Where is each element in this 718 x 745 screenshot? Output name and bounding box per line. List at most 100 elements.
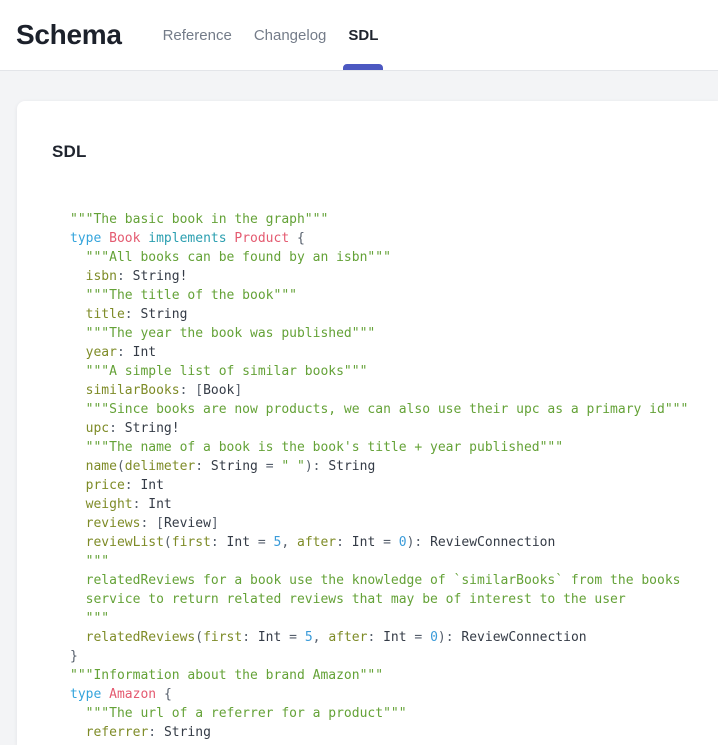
code-line: """The year the book was published""" <box>70 324 718 343</box>
code-line: """The url of a referrer for a product""… <box>70 704 718 723</box>
code-token-punct: = <box>258 459 281 474</box>
code-token-punct: , <box>313 630 329 645</box>
code-token-field: referrer <box>70 725 148 740</box>
code-token-description: """ <box>70 611 109 626</box>
active-tab-indicator <box>343 64 383 70</box>
code-token-punct: : <box>148 725 164 740</box>
tab-sdl[interactable]: SDL <box>337 0 389 70</box>
code-line: """Information about the brand Amazon""" <box>70 666 718 685</box>
code-token-typeref: String <box>164 725 211 740</box>
code-token-punct: ): <box>305 459 328 474</box>
code-token-description: """The basic book in the graph""" <box>70 212 328 227</box>
code-token-punct: : <box>117 269 133 284</box>
code-token-punct: ): <box>407 535 430 550</box>
code-token-description: """Information about the brand Amazon""" <box>70 668 383 683</box>
code-line: upc: String! <box>70 419 718 438</box>
code-token-field: first <box>203 630 242 645</box>
code-token-typeref: Int <box>148 497 171 512</box>
code-token-field: reviewList <box>70 535 164 550</box>
code-token-field: price <box>70 478 125 493</box>
code-token-typeref: Int <box>352 535 375 550</box>
code-token-punct: ( <box>195 630 203 645</box>
code-token-field: first <box>172 535 211 550</box>
code-line: similarBooks: [Book] <box>70 381 718 400</box>
code-token-field: name <box>70 459 117 474</box>
code-token-typeref: ReviewConnection <box>430 535 555 550</box>
code-token-number: 5 <box>305 630 313 645</box>
code-line: """Since books are now products, we can … <box>70 400 718 419</box>
code-token-punct: : <box>117 345 133 360</box>
code-token-punct: : <box>211 535 227 550</box>
code-token-typeref: String <box>328 459 375 474</box>
code-token-typeref: ReviewConnection <box>461 630 586 645</box>
code-token-punct: : <box>109 421 125 436</box>
code-token-field: after <box>297 535 336 550</box>
code-line: relatedReviews for a book use the knowle… <box>70 571 718 590</box>
code-token-number: 0 <box>430 630 438 645</box>
code-token-punct: ] <box>234 383 242 398</box>
code-token-typename: Book <box>109 231 148 246</box>
code-token-punct: = <box>407 630 430 645</box>
code-token-punct: { <box>297 231 305 246</box>
code-token-description: service to return related reviews that m… <box>70 592 626 607</box>
code-token-punct: , <box>281 535 297 550</box>
code-token-punct: : <box>195 459 211 474</box>
code-token-punct: { <box>164 687 172 702</box>
code-token-punct: ( <box>117 459 125 474</box>
code-token-punct: = <box>281 630 304 645</box>
code-line: title: String <box>70 305 718 324</box>
code-token-typeref: String! <box>125 421 180 436</box>
code-token-punct: ): <box>438 630 461 645</box>
code-token-field: upc <box>70 421 109 436</box>
tab-changelog[interactable]: Changelog <box>243 0 338 70</box>
code-token-typeref: String <box>211 459 258 474</box>
code-token-typeref: Int <box>383 630 406 645</box>
code-token-description: """ <box>70 554 109 569</box>
code-line: """ <box>70 552 718 571</box>
code-line: relatedReviews(first: Int = 5, after: In… <box>70 628 718 647</box>
code-token-punct: : [ <box>140 516 163 531</box>
code-token-typeref: Int <box>133 345 156 360</box>
main-area: SDL """The basic book in the graph"""typ… <box>0 71 718 745</box>
code-token-field: reviews <box>70 516 140 531</box>
code-token-description: """A simple list of similar books""" <box>70 364 367 379</box>
code-token-description: """The name of a book is the book's titl… <box>70 440 563 455</box>
code-token-field: similarBooks <box>70 383 180 398</box>
code-line: reviews: [Review] <box>70 514 718 533</box>
code-line: isbn: String! <box>70 267 718 286</box>
code-token-description: """All books can be found by an isbn""" <box>70 250 391 265</box>
tab-reference[interactable]: Reference <box>152 0 243 70</box>
code-token-description: """Since books are now products, we can … <box>70 402 688 417</box>
code-token-typeref: String! <box>133 269 188 284</box>
code-token-punct: : [ <box>180 383 203 398</box>
code-line: } <box>70 647 718 666</box>
code-token-typename: Product <box>234 231 297 246</box>
code-token-punct: ] <box>211 516 219 531</box>
code-line: """The title of the book""" <box>70 286 718 305</box>
code-token-implements: implements <box>148 231 234 246</box>
code-token-field: after <box>328 630 367 645</box>
schema-tabs: Reference Changelog SDL <box>152 0 390 70</box>
code-line: """The name of a book is the book's titl… <box>70 438 718 457</box>
code-token-typeref: Int <box>140 478 163 493</box>
tab-sdl-label: SDL <box>348 27 378 44</box>
code-token-field: weight <box>70 497 133 512</box>
code-line: price: Int <box>70 476 718 495</box>
code-token-typeref: Int <box>227 535 250 550</box>
code-line: type Book implements Product { <box>70 229 718 248</box>
code-token-punct: : <box>242 630 258 645</box>
code-token-punct: : <box>367 630 383 645</box>
code-token-punct: = <box>250 535 273 550</box>
code-token-field: title <box>70 307 125 322</box>
code-line: year: Int <box>70 343 718 362</box>
code-line: referrer: String <box>70 723 718 742</box>
code-token-punct: = <box>375 535 398 550</box>
code-line: """The basic book in the graph""" <box>70 210 718 229</box>
code-token-punct: : <box>336 535 352 550</box>
code-token-punct: ( <box>164 535 172 550</box>
code-token-field: isbn <box>70 269 117 284</box>
code-token-typename: Amazon <box>109 687 164 702</box>
code-line: weight: Int <box>70 495 718 514</box>
code-token-description: """The url of a referrer for a product""… <box>70 706 407 721</box>
tab-changelog-label: Changelog <box>254 27 327 44</box>
